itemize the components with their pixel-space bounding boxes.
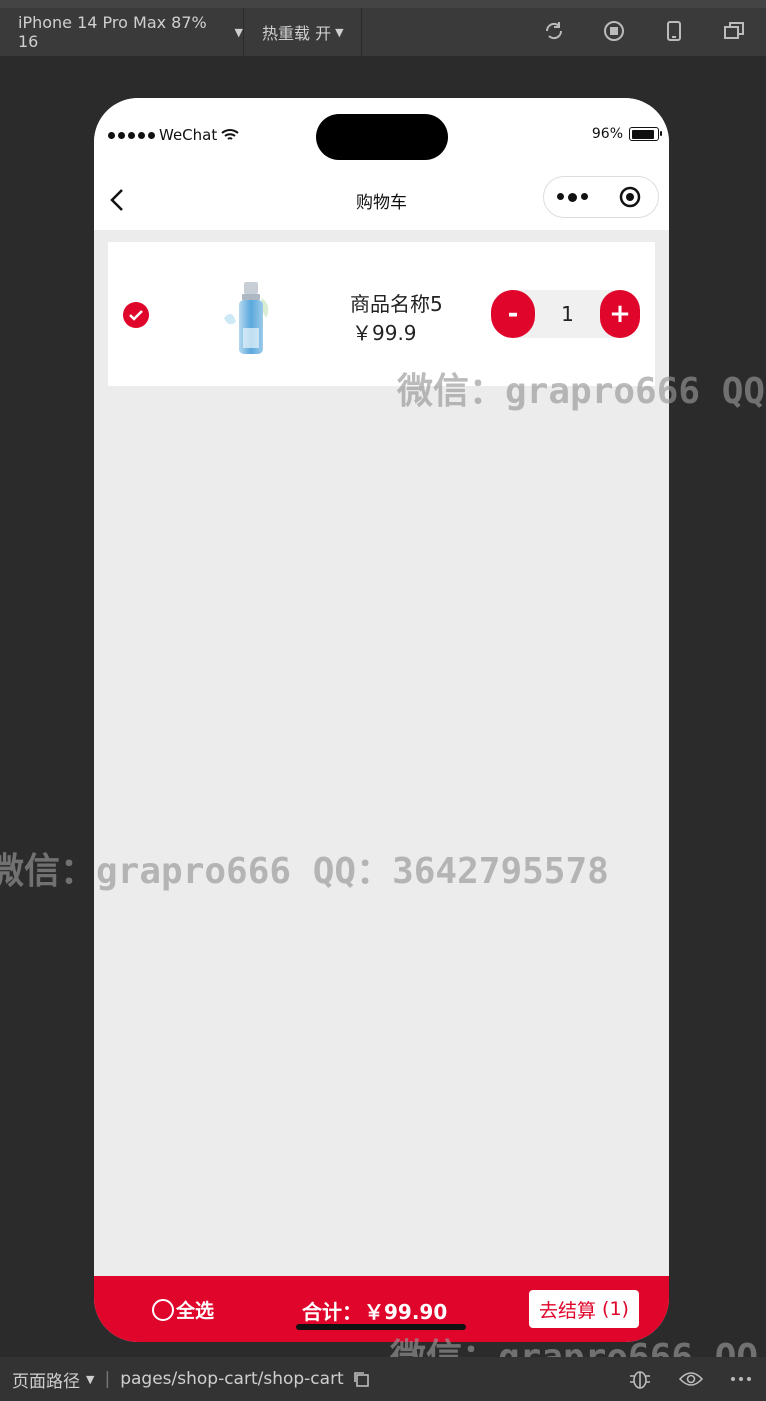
product-name: 商品名称5 [350, 292, 443, 316]
simulator-toolbar: iPhone 14 Pro Max 87% 16 ▼ 热重载 开 ▼ [0, 0, 766, 56]
page-path-value: pages/shop-cart/shop-cart [120, 1369, 344, 1389]
radio-unchecked-icon [152, 1298, 174, 1321]
device-label: iPhone 14 Pro Max 87% 16 [18, 13, 207, 51]
total-value: ￥99.90 [364, 1300, 448, 1324]
wifi-icon [221, 129, 239, 140]
more-options-icon[interactable] [730, 1376, 752, 1382]
checkout-count: (1) [602, 1298, 629, 1320]
decrease-quantity-button[interactable]: - [491, 290, 535, 338]
phone-icon[interactable] [663, 20, 685, 42]
checkout-button[interactable]: 去结算 (1) [529, 1290, 639, 1328]
page-path-label: 页面路径 [12, 1371, 80, 1392]
checkmark-icon [129, 310, 143, 321]
select-all-label: 全选 [176, 1300, 215, 1322]
chevron-down-icon: ▼ [335, 25, 344, 39]
item-checkbox[interactable] [123, 302, 149, 328]
stop-icon[interactable] [603, 20, 625, 42]
quantity-stepper: - 1 + [491, 290, 641, 338]
page-path-bar: 页面路径 ▼ | pages/shop-cart/shop-cart [0, 1357, 766, 1401]
status-bar: WeChat 96% [94, 98, 669, 168]
more-icon[interactable] [544, 192, 601, 202]
chevron-down-icon: ▼ [86, 1372, 95, 1386]
detach-window-icon[interactable] [723, 20, 745, 42]
eye-icon[interactable] [678, 1369, 704, 1389]
mini-program-capsule [543, 176, 659, 218]
select-all-toggle[interactable]: 全选 [152, 1296, 214, 1323]
dynamic-island [316, 114, 448, 160]
device-selector[interactable]: iPhone 14 Pro Max 87% 16 ▼ [0, 8, 244, 56]
bug-icon[interactable] [628, 1367, 652, 1391]
total-amount: 合计： ￥99.90 [302, 1296, 447, 1325]
hot-reload-toggle[interactable]: 热重载 开 ▼ [246, 8, 362, 56]
divider: | [104, 1369, 111, 1389]
page-path-selector[interactable]: 页面路径 ▼ [0, 1367, 94, 1392]
product-price: ￥99.9 [352, 321, 417, 345]
chevron-down-icon: ▼ [234, 25, 243, 39]
checkout-label: 去结算 [539, 1299, 597, 1322]
battery-icon [629, 127, 662, 141]
copy-icon[interactable] [352, 1370, 370, 1388]
battery-percent: 96% [591, 126, 623, 142]
carrier-label: WeChat [159, 126, 218, 144]
signal-icon [108, 131, 155, 139]
hot-reload-label: 热重载 开 [262, 24, 332, 43]
watermark: 微信：grapro666 QQ：3642795578 [0, 851, 609, 892]
quantity-value[interactable]: 1 [535, 290, 600, 338]
refresh-icon[interactable] [543, 20, 565, 42]
total-label: 合计： [302, 1300, 362, 1324]
watermark: 微信：grapro666 QQ [397, 371, 766, 412]
phone-screen: WeChat 96% 购物车 商品名称5 ￥99.9 - 1 + 全选 合计： … [94, 98, 669, 1342]
increase-quantity-button[interactable]: + [600, 290, 640, 338]
close-mini-program-icon[interactable] [601, 185, 658, 209]
navigation-bar: 购物车 [94, 168, 669, 230]
page-path: pages/shop-cart/shop-cart [120, 1369, 370, 1389]
battery-status: 96% [591, 126, 662, 142]
path-bar-actions [628, 1367, 752, 1391]
product-image[interactable] [218, 278, 278, 358]
carrier-info: WeChat [108, 126, 239, 144]
